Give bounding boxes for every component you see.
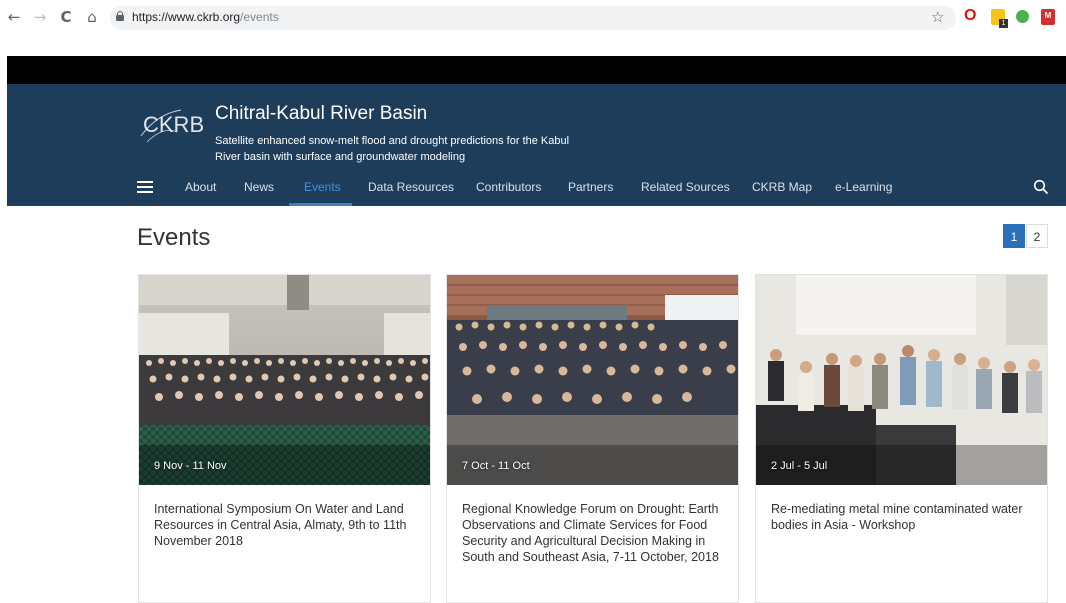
- search-icon[interactable]: [1033, 179, 1049, 195]
- event-title[interactable]: Re-mediating metal mine contaminated wat…: [771, 501, 1036, 533]
- site-title[interactable]: Chitral-Kabul River Basin: [215, 103, 427, 125]
- event-title[interactable]: Regional Knowledge Forum on Drought: Ear…: [462, 501, 727, 565]
- nav-item-related-sources[interactable]: Related Sources: [641, 180, 730, 194]
- event-card[interactable]: 9 Nov - 11 Nov International Symposium O…: [138, 274, 431, 603]
- opera-extension-icon[interactable]: O: [964, 7, 978, 24]
- nav-item-about[interactable]: About: [185, 180, 216, 194]
- site-tagline: Satellite enhanced snow-melt flood and d…: [215, 135, 570, 163]
- red-extension-icon[interactable]: M: [1041, 9, 1055, 25]
- event-photo[interactable]: [756, 275, 1047, 485]
- event-card[interactable]: 2 Jul - 5 Jul Re-mediating metal mine co…: [755, 274, 1048, 603]
- nav-item-partners[interactable]: Partners: [568, 180, 613, 194]
- pagination-page-1[interactable]: 1: [1003, 224, 1025, 248]
- hamburger-menu-icon[interactable]: [137, 181, 153, 193]
- event-date: 2 Jul - 5 Jul: [771, 460, 828, 472]
- url-host: https://www.ckrb.org: [132, 10, 241, 24]
- site-logo[interactable]: CKRB: [140, 104, 205, 144]
- event-card[interactable]: 7 Oct - 11 Oct Regional Knowledge Forum …: [446, 274, 739, 603]
- page-title: Events: [137, 224, 211, 251]
- forward-icon[interactable]: →: [32, 9, 48, 25]
- bookmark-star-icon[interactable]: ☆: [931, 8, 944, 26]
- top-black-bar: [7, 56, 1066, 84]
- nav-item-ckrb-map[interactable]: CKRB Map: [752, 180, 812, 194]
- url-path: /events: [240, 10, 279, 24]
- url-text[interactable]: https://www.ckrb.org/events: [132, 10, 279, 24]
- event-date: 7 Oct - 11 Oct: [462, 460, 530, 472]
- pagination-page-2[interactable]: 2: [1026, 224, 1048, 248]
- home-icon[interactable]: ⌂: [84, 9, 100, 25]
- notes-extension-icon[interactable]: 1: [991, 9, 1008, 28]
- green-extension-icon[interactable]: [1016, 10, 1029, 23]
- back-icon[interactable]: ←: [6, 9, 22, 25]
- reload-icon[interactable]: C: [58, 9, 74, 25]
- event-photo[interactable]: [447, 275, 738, 485]
- extension-badge: 1: [999, 19, 1008, 28]
- logo-text: CKRB: [143, 112, 205, 137]
- active-nav-underline: [289, 203, 352, 206]
- nav-item-data-resources[interactable]: Data Resources: [368, 180, 454, 194]
- nav-item-contributors[interactable]: Contributors: [476, 180, 541, 194]
- nav-item-e-learning[interactable]: e-Learning: [835, 180, 892, 194]
- nav-item-news[interactable]: News: [244, 180, 274, 194]
- event-date: 9 Nov - 11 Nov: [154, 460, 227, 472]
- event-photo[interactable]: [139, 275, 430, 485]
- event-title[interactable]: International Symposium On Water and Lan…: [154, 501, 419, 549]
- nav-item-events[interactable]: Events: [304, 180, 341, 194]
- lock-icon[interactable]: [116, 11, 124, 21]
